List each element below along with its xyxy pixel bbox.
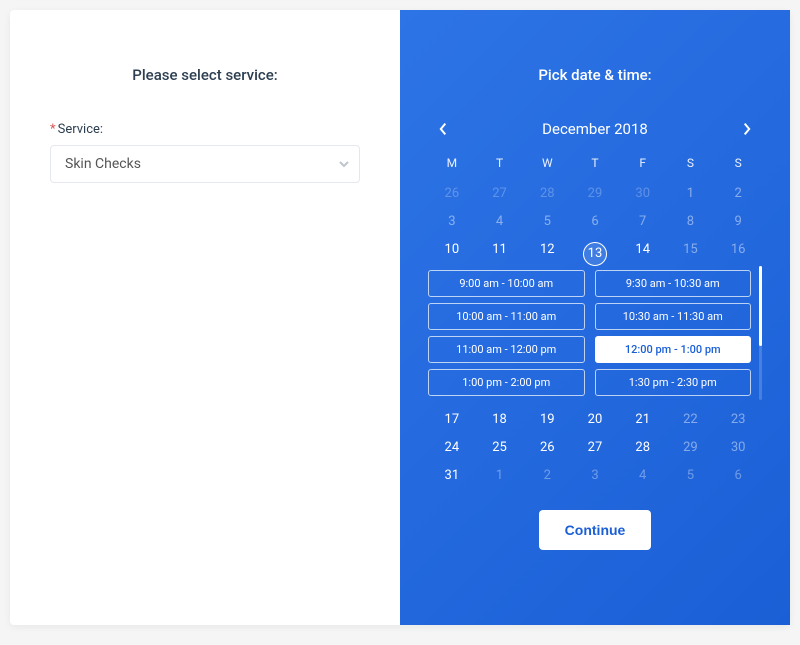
chevron-down-icon [339,159,349,169]
calendar-day: 6 [571,208,619,236]
calendar-day: 16 [714,236,762,264]
calendar-day: 27 [476,180,524,208]
continue-button[interactable]: Continue [539,510,652,550]
time-slot[interactable]: 11:00 am - 12:00 pm [428,336,585,363]
calendar-day: 30 [714,434,762,462]
calendar-day: 4 [476,208,524,236]
calendar-day[interactable]: 24 [428,434,476,462]
calendar-day[interactable]: 31 [428,462,476,490]
calendar-day[interactable]: 19 [523,406,571,434]
calendar-day[interactable]: 25 [476,434,524,462]
calendar-day: 7 [619,208,667,236]
month-title: December 2018 [542,120,648,138]
calendar-row: 10111213141516 [428,236,762,264]
calendar-day[interactable]: 12 [523,236,571,264]
calendar-day: 9 [714,208,762,236]
calendar-day[interactable]: 3 [571,462,619,490]
calendar-day: 30 [619,180,667,208]
time-slot-selected[interactable]: 12:00 pm - 1:00 pm [595,336,752,363]
calendar-day[interactable]: 6 [714,462,762,490]
calendar-day[interactable]: 14 [619,236,667,264]
required-asterisk: * [50,122,56,137]
calendar-day: 29 [667,434,715,462]
calendar-day: 26 [428,180,476,208]
calendar-row: 17181920212223 [428,406,762,434]
time-slot[interactable]: 9:00 am - 10:00 am [428,270,585,297]
dow-label: F [619,152,667,174]
datetime-panel: Pick date & time: December 2018 MTWTFSS … [400,10,790,625]
service-select-value: Skin Checks [65,156,141,172]
calendar-day[interactable]: 1 [476,462,524,490]
time-slot[interactable]: 9:30 am - 10:30 am [595,270,752,297]
calendar-day: 23 [714,406,762,434]
time-slot[interactable]: 10:00 am - 11:00 am [428,303,585,330]
calendar-row: 262728293012 [428,180,762,208]
calendar-day[interactable]: 28 [619,434,667,462]
calendar-row: 3456789 [428,208,762,236]
calendar-day[interactable]: 20 [571,406,619,434]
dow-label: M [428,152,476,174]
dow-label: T [571,152,619,174]
calendar-day: 29 [571,180,619,208]
calendar-day[interactable]: 21 [619,406,667,434]
calendar-day[interactable]: 2 [523,462,571,490]
calendar-day[interactable]: 5 [667,462,715,490]
calendar-day[interactable]: 4 [619,462,667,490]
calendar-day[interactable]: 11 [476,236,524,264]
dow-label: T [476,152,524,174]
calendar-day: 15 [667,236,715,264]
service-field-label: *Service: [50,122,360,137]
calendar-day: 22 [667,406,715,434]
time-slot[interactable]: 1:30 pm - 2:30 pm [595,369,752,396]
calendar-day[interactable]: 26 [523,434,571,462]
day-of-week-row: MTWTFSS [428,152,762,174]
calendar-row: 31123456 [428,462,762,490]
calendar-day: 5 [523,208,571,236]
prev-month-button[interactable] [434,120,452,138]
calendar-day: 28 [523,180,571,208]
service-panel: Please select service: *Service: Skin Ch… [10,10,400,625]
time-slot[interactable]: 10:30 am - 11:30 am [595,303,752,330]
dow-label: W [523,152,571,174]
service-select[interactable]: Skin Checks [50,145,360,183]
calendar-day[interactable]: 18 [476,406,524,434]
time-slots: 9:00 am - 10:00 am 9:30 am - 10:30 am 10:0… [428,270,751,396]
next-month-button[interactable] [738,120,756,138]
slots-scroll-thumb[interactable] [759,266,762,346]
dow-label: S [714,152,762,174]
booking-dialog: Please select service: *Service: Skin Ch… [10,10,790,625]
calendar-day[interactable]: 10 [428,236,476,264]
time-slots-wrap: 9:00 am - 10:00 am 9:30 am - 10:30 am 10:0… [428,266,762,400]
calendar-day[interactable]: 17 [428,406,476,434]
month-nav: December 2018 [428,120,762,152]
time-slot[interactable]: 1:00 pm - 2:00 pm [428,369,585,396]
calendar-day: 2 [714,180,762,208]
calendar-day: 8 [667,208,715,236]
calendar-day-selected[interactable]: 13 [571,236,619,264]
datetime-heading: Pick date & time: [538,66,651,84]
dow-label: S [667,152,715,174]
service-heading: Please select service: [50,66,360,84]
calendar-day: 1 [667,180,715,208]
slots-scrollbar[interactable] [759,266,762,400]
calendar-row: 24252627282930 [428,434,762,462]
calendar-day[interactable]: 27 [571,434,619,462]
calendar-day: 3 [428,208,476,236]
